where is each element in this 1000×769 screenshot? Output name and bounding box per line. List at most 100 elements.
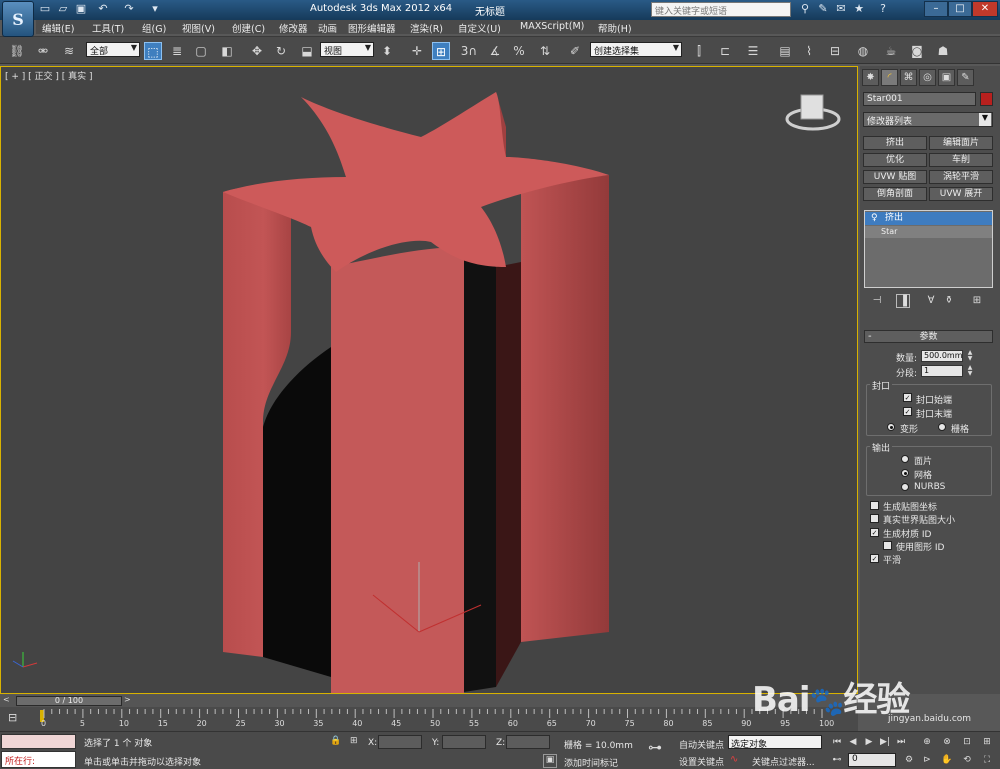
time-slider-thumb[interactable]: 0 / 100 (16, 696, 122, 706)
app-logo-icon[interactable]: S (2, 1, 34, 37)
object-name-field[interactable]: Star001 (863, 92, 976, 106)
spinner-snap-icon[interactable]: ⇅ (536, 42, 554, 60)
scale-icon[interactable]: ⬓ (298, 42, 316, 60)
lightbulb-icon[interactable]: ♀ (871, 212, 878, 225)
menu-animation[interactable]: 动画 (318, 21, 337, 35)
search-input[interactable]: 键入关键字或短语 (651, 2, 791, 17)
keyboard-shortcut-icon[interactable]: ⊞ (432, 42, 450, 60)
modifier-list-dropdown[interactable]: 修改器列表 ▼ (863, 112, 993, 127)
slider-left-arrow-icon[interactable]: < (3, 695, 10, 704)
menu-maxscript[interactable]: MAXScript(M) (520, 21, 584, 32)
amount-input[interactable]: 500.0mm (921, 350, 963, 362)
edit-named-selection-icon[interactable]: ✐ (566, 42, 584, 60)
zoom-extents-all-icon[interactable]: ⊞ (980, 735, 994, 749)
morph-radio[interactable] (887, 423, 895, 431)
modifier-button-lathe[interactable]: 车削 (929, 153, 993, 167)
set-key-button[interactable]: 设置关键点 (679, 755, 724, 768)
menu-modifiers[interactable]: 修改器 (279, 21, 308, 35)
smooth-checkbox[interactable]: ✓ (870, 554, 879, 563)
key-selection-dropdown[interactable]: 选定对象 (728, 735, 822, 750)
real-world-map-checkbox[interactable] (870, 514, 879, 523)
rendered-frame-icon[interactable]: ◙ (908, 42, 926, 60)
exchange-icon[interactable]: ✉ (834, 2, 848, 16)
key-icon[interactable]: ⊶ (648, 740, 662, 756)
material-editor-icon[interactable]: ◍ (854, 42, 872, 60)
zoom-icon[interactable]: ⊕ (920, 735, 934, 749)
slider-right-arrow-icon[interactable]: > (124, 695, 131, 704)
rect-selection-icon[interactable]: ▢ (192, 42, 210, 60)
maximize-button[interactable]: □ (948, 1, 972, 17)
display-tab-icon[interactable]: ▣ (938, 69, 955, 86)
help-icon[interactable]: ? (876, 2, 890, 16)
quick-access-dropdown-icon[interactable]: ▾ (148, 2, 162, 16)
zoom-extents-icon[interactable]: ⊡ (960, 735, 974, 749)
add-time-tag-button[interactable]: 添加时间标记 (564, 756, 618, 769)
snaps-toggle-icon[interactable]: 3∩ (460, 42, 478, 60)
move-icon[interactable]: ✥ (248, 42, 266, 60)
pin-stack-icon[interactable]: ⊣ (870, 294, 884, 308)
maxscript-listener-top[interactable] (1, 734, 76, 749)
close-button[interactable]: ✕ (972, 1, 998, 17)
cap-end-checkbox[interactable]: ✓ (903, 407, 912, 416)
previous-frame-icon[interactable]: ◀ (846, 735, 860, 749)
mini-curve-editor-icon[interactable]: ⊟ (8, 711, 24, 725)
save-file-icon[interactable]: ▣ (74, 2, 88, 16)
create-tab-icon[interactable]: ✸ (862, 69, 879, 86)
time-tag-icon[interactable]: ▣ (543, 754, 557, 768)
parameters-rollout[interactable]: - 参数 (864, 330, 993, 343)
modifier-button-optimize[interactable]: 优化 (863, 153, 927, 167)
x-coord-field[interactable] (378, 735, 422, 749)
nurbs-radio[interactable] (901, 483, 909, 491)
render-production-icon[interactable]: ☗ (934, 42, 952, 60)
window-crossing-icon[interactable]: ◧ (218, 42, 236, 60)
segments-input[interactable]: 1 (921, 365, 963, 377)
show-end-result-icon[interactable]: ▐ (896, 294, 910, 308)
grid-radio[interactable] (938, 423, 946, 431)
star-extrusion-scene[interactable] (1, 67, 857, 693)
menu-rendering[interactable]: 渲染(R) (410, 21, 443, 35)
redo-icon[interactable]: ↷ (122, 2, 136, 16)
tools-icon[interactable]: ✎ (816, 2, 830, 16)
modifier-button-extrude[interactable]: 挤出 (863, 136, 927, 150)
play-icon[interactable]: ▶ (862, 735, 876, 749)
angle-snap-icon[interactable]: ∡ (486, 42, 504, 60)
stack-item-extrude[interactable]: ♀ 挤出 (865, 212, 992, 225)
menu-tools[interactable]: 工具(T) (92, 21, 124, 35)
graphite-tools-icon[interactable]: ▤ (776, 42, 794, 60)
cap-start-checkbox[interactable]: ✓ (903, 393, 912, 402)
mesh-radio[interactable] (901, 469, 909, 477)
select-object-icon[interactable]: ⬚ (144, 42, 162, 60)
motion-tab-icon[interactable]: ◎ (919, 69, 936, 86)
auto-key-button[interactable]: 自动关键点 (679, 738, 724, 751)
new-file-icon[interactable]: ▭ (38, 2, 52, 16)
time-slider[interactable]: < 0 / 100 > (0, 695, 858, 707)
track-bar[interactable]: ⊟ 0 5 10 15 20 25 30 35 40 45 50 55 60 65 70 75 80 85 90 95… (0, 707, 858, 731)
viewport-label[interactable]: [ + ] [ 正交 ] [ 真实 ] (5, 69, 93, 82)
menu-graph-editors[interactable]: 图形编辑器 (348, 21, 396, 35)
layer-manager-icon[interactable]: ☰ (744, 42, 762, 60)
perspective-viewport[interactable]: [ + ] [ 正交 ] [ 真实 ] (0, 66, 858, 694)
make-unique-icon[interactable]: ∀ (924, 294, 938, 308)
select-by-name-icon[interactable]: ≣ (168, 42, 186, 60)
y-coord-field[interactable] (442, 735, 486, 749)
modifier-button-bevel-profile[interactable]: 倒角剖面 (863, 187, 927, 201)
modifier-button-turbosmooth[interactable]: 涡轮平滑 (929, 170, 993, 184)
field-of-view-icon[interactable]: ⊳ (920, 753, 934, 767)
binoculars-icon[interactable]: ⚲ (798, 2, 812, 16)
modify-tab-icon[interactable]: ◜ (881, 69, 898, 86)
time-config-icon[interactable]: ⚙ (902, 753, 916, 767)
percent-snap-icon[interactable]: % (510, 42, 528, 60)
go-to-start-icon[interactable]: ⏮ (830, 735, 844, 749)
menu-group[interactable]: 组(G) (142, 21, 166, 35)
zoom-all-icon[interactable]: ⊗ (940, 735, 954, 749)
undo-icon[interactable]: ↶ (96, 2, 110, 16)
bind-spacewarp-icon[interactable]: ≋ (60, 42, 78, 60)
ref-coord-dropdown[interactable]: 视图 ▼ (320, 42, 374, 57)
rotate-icon[interactable]: ↻ (272, 42, 290, 60)
patch-radio[interactable] (901, 455, 909, 463)
remove-modifier-icon[interactable]: ⚱ (942, 294, 956, 308)
hierarchy-tab-icon[interactable]: ⌘ (900, 69, 917, 86)
align-icon[interactable]: ⊏ (716, 42, 734, 60)
open-file-icon[interactable]: ▱ (56, 2, 70, 16)
selection-filter-dropdown[interactable]: 全部 ▼ (86, 42, 140, 57)
